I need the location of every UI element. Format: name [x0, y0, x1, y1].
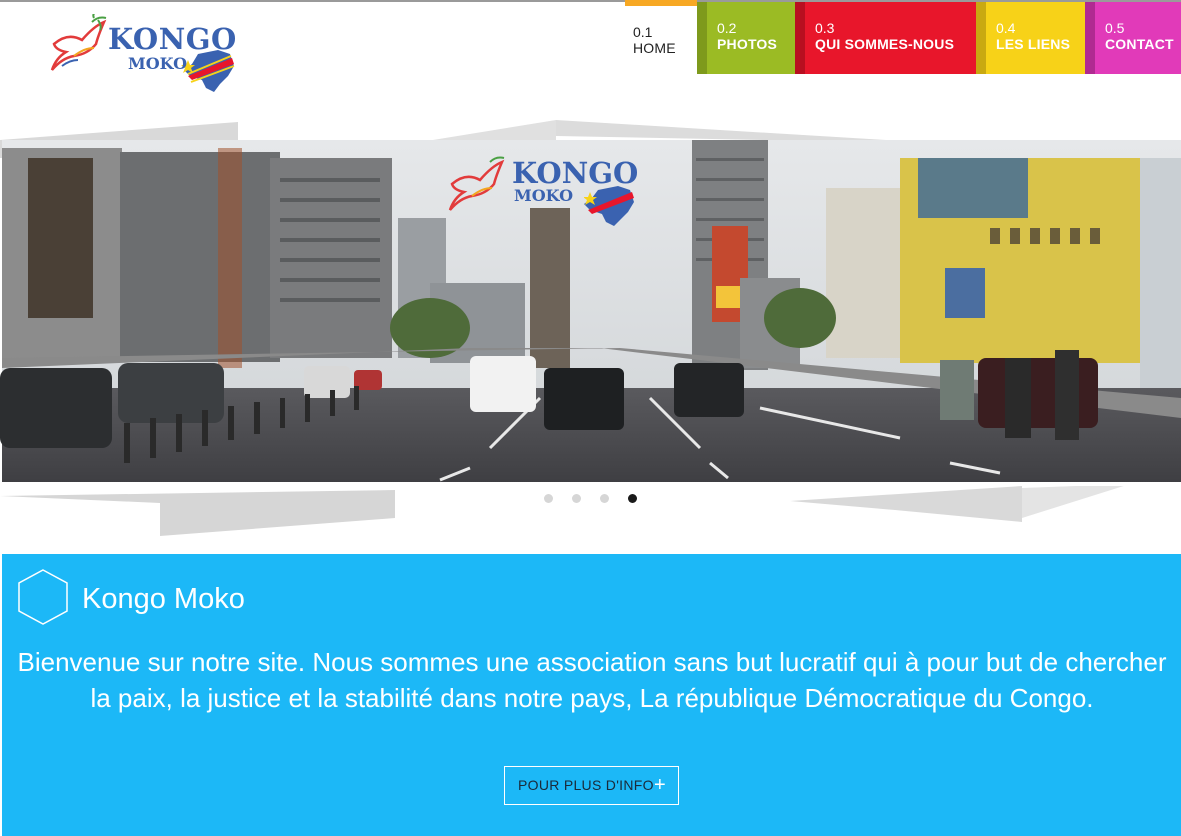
- nav-item-edge: [795, 2, 805, 74]
- hexagon-icon: [18, 569, 68, 625]
- nav-item-contact[interactable]: 0.5 CONTACT: [1085, 2, 1181, 74]
- plus-icon: +: [654, 774, 666, 796]
- nav-item-label: LES LIENS: [996, 36, 1071, 52]
- nav-item-photos[interactable]: 0.2 PHOTOS: [697, 2, 795, 74]
- nav-item-qui-sommes-nous[interactable]: 0.3 QUI SOMMES-NOUS: [795, 2, 976, 74]
- nav-item-edge: [1085, 2, 1095, 74]
- more-info-label: POUR PLUS D'INFO: [518, 777, 654, 793]
- dove-icon: [448, 156, 505, 211]
- nav-item-label: PHOTOS: [717, 36, 778, 52]
- logo-text-moko: MOKO: [128, 54, 188, 73]
- hero-slider[interactable]: KONGO MOKO: [0, 118, 1181, 538]
- slider-dot[interactable]: [544, 494, 553, 503]
- nav-item-number: 0.3: [815, 20, 835, 36]
- slide-watermark-logo: KONGO MOKO: [448, 156, 648, 236]
- site-logo[interactable]: KONGO MOKO: [48, 14, 248, 96]
- nav-item-edge: [976, 2, 986, 74]
- logo-text-kongo: KONGO: [108, 22, 237, 56]
- nav-item-les-liens[interactable]: 0.4 LES LIENS: [976, 2, 1085, 74]
- slider-dot[interactable]: [600, 494, 609, 503]
- slider-dot[interactable]: [572, 494, 581, 503]
- intro-section: Kongo Moko Bienvenue sur notre site. Nou…: [2, 554, 1181, 836]
- intro-title: Kongo Moko: [82, 583, 245, 615]
- nav-item-number: 0.5: [1105, 20, 1125, 36]
- nav-item-number: 0.2: [717, 20, 737, 36]
- congo-map-icon: [584, 186, 634, 226]
- nav-item-label: QUI SOMMES-NOUS: [815, 36, 955, 52]
- slider-dot-active[interactable]: [628, 494, 637, 503]
- slide-logo-text-moko: MOKO: [514, 186, 574, 205]
- nav-item-label: CONTACT: [1105, 36, 1174, 52]
- more-info-button[interactable]: POUR PLUS D'INFO +: [504, 766, 679, 805]
- nav-item-number: 0.4: [996, 20, 1016, 36]
- nav-item-number: 0.1: [633, 24, 653, 40]
- nav-item-home[interactable]: 0.1 HOME: [625, 0, 697, 72]
- intro-text: Bienvenue sur notre site. Nous sommes un…: [17, 647, 1167, 713]
- nav-item-label: HOME: [633, 40, 676, 56]
- nav-item-edge: [697, 2, 707, 74]
